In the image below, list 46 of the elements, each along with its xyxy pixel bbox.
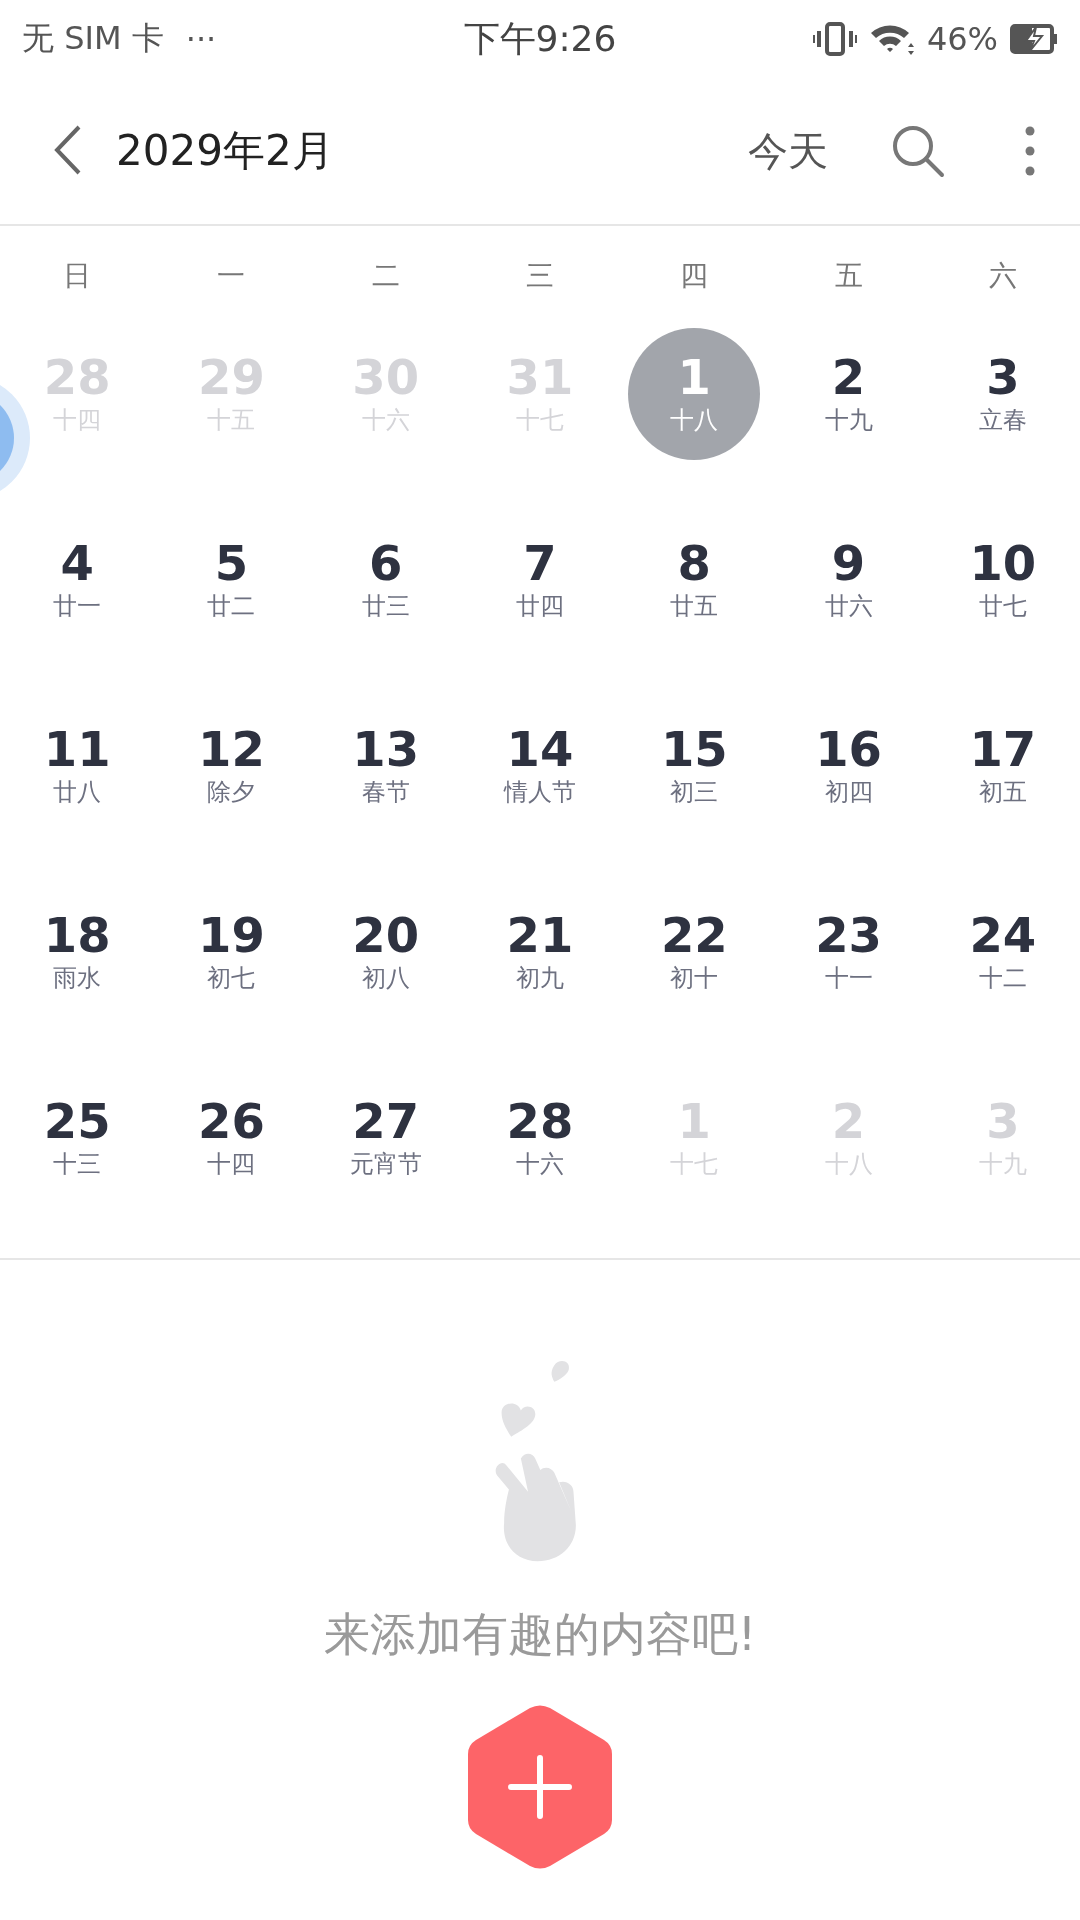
day-cell[interactable]: 9 廿六: [804, 514, 893, 646]
day-cell[interactable]: 18 雨水: [33, 886, 122, 1018]
day-cell[interactable]: 15 初三: [650, 700, 739, 832]
month-title: 2029年2月: [116, 125, 335, 177]
weekday-label: 五: [834, 258, 863, 294]
day-cell[interactable]: 4 廿一: [33, 514, 122, 646]
day-cell[interactable]: 24 十二: [958, 886, 1047, 1018]
day-cell[interactable]: 12 除夕: [187, 700, 276, 832]
day-cell[interactable]: 23 十一: [804, 886, 893, 1018]
vibrate-icon: [812, 22, 857, 56]
weekday-label: 六: [988, 258, 1017, 294]
day-cell[interactable]: 6 廿三: [341, 514, 430, 646]
day-cell[interactable]: 3 立春: [958, 328, 1047, 460]
day-cell[interactable]: 22 初十: [650, 886, 739, 1018]
day-cell[interactable]: 2 十九: [804, 328, 893, 460]
day-cell[interactable]: 28 十六: [496, 1072, 584, 1204]
today-button[interactable]: 今天: [738, 123, 838, 179]
search-icon: [890, 123, 946, 179]
day-cell[interactable]: 14 情人节: [496, 700, 584, 832]
more-icon: [1024, 125, 1036, 177]
weekday-label: 日: [63, 258, 92, 294]
day-cell[interactable]: 10 廿七: [958, 514, 1047, 646]
empty-state-message: 来添加有趣的内容吧!: [323, 1606, 757, 1663]
battery-charging-icon: [1010, 24, 1058, 54]
day-cell[interactable]: 16 初四: [804, 700, 893, 832]
clock: 下午9:26: [463, 16, 617, 61]
weekday-label: 一: [217, 258, 246, 294]
battery-percent: 46%: [926, 20, 998, 58]
day-cell[interactable]: 20 初八: [341, 886, 430, 1018]
day-cell[interactable]: 25 十三: [33, 1072, 122, 1204]
day-cell[interactable]: 19 初七: [187, 886, 276, 1018]
day-cell[interactable]: 8 廿五: [650, 514, 739, 646]
day-cell[interactable]: 21 初九: [496, 886, 584, 1018]
weekday-label: 二: [371, 258, 400, 294]
day-cell[interactable]: 5 廿二: [187, 514, 276, 646]
day-cell[interactable]: 13 春节: [341, 700, 430, 832]
more-notifications: ···: [185, 20, 217, 58]
add-button[interactable]: [466, 1704, 614, 1870]
day-cell[interactable]: 17 初五: [958, 700, 1047, 832]
weekday-label: 四: [680, 258, 709, 294]
day-cell[interactable]: 26 十四: [187, 1072, 276, 1204]
day-cell[interactable]: 7 廿四: [496, 514, 584, 646]
day-cell[interactable]: 11 廿八: [33, 700, 122, 832]
weekday-label: 三: [526, 258, 554, 294]
day-cell[interactable]: 27 元宵节: [341, 1072, 430, 1204]
carrier-label: 无 SIM 卡: [22, 18, 164, 59]
